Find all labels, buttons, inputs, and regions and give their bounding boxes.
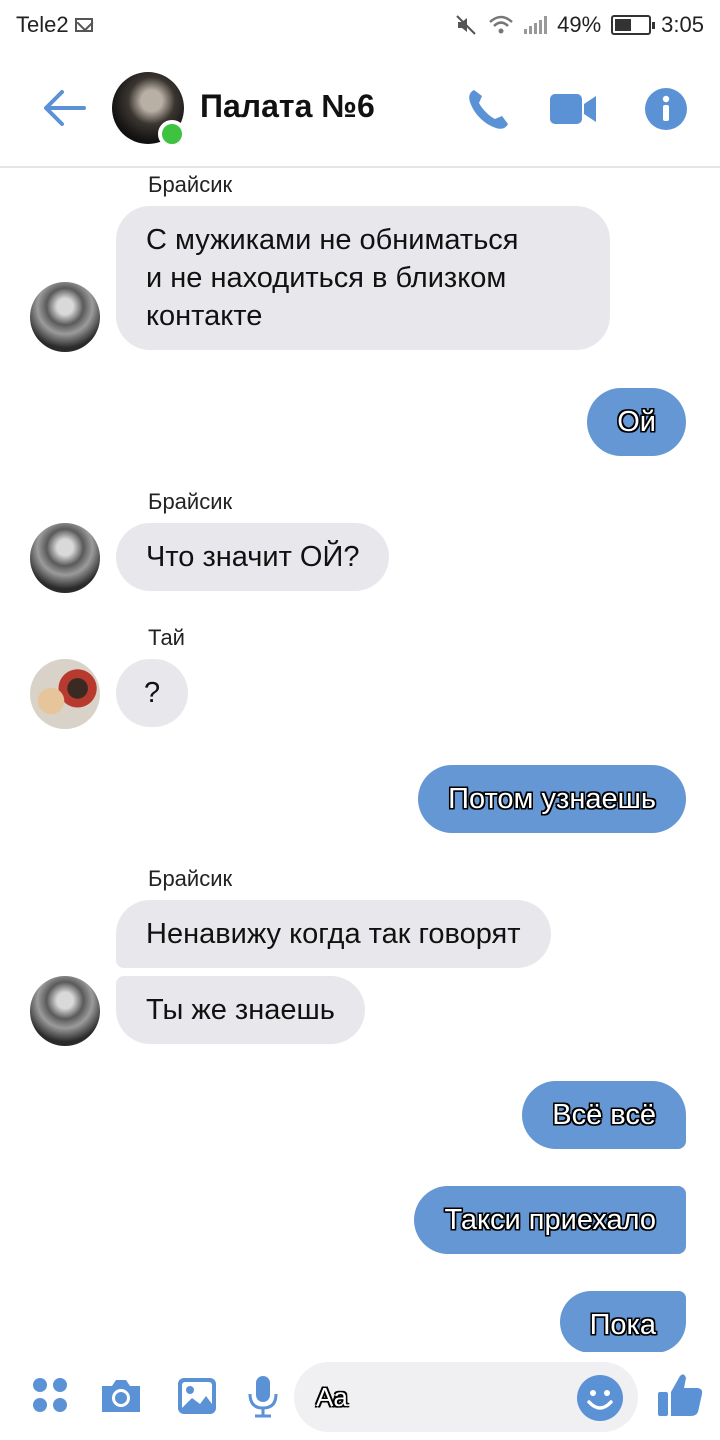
wifi-icon xyxy=(489,15,513,34)
message-bubble-outgoing[interactable]: Всё всё xyxy=(522,1081,686,1149)
message-bubble-outgoing[interactable]: Потом узнаешь xyxy=(418,765,686,833)
message-bubble-incoming[interactable]: Ты же знаешь xyxy=(116,976,365,1044)
sender-name: Брайсик xyxy=(148,866,233,891)
avatar-tai[interactable] xyxy=(30,659,100,729)
status-right: 49% 3:05 xyxy=(454,12,704,38)
online-indicator xyxy=(158,120,186,148)
message-bubble-outgoing[interactable]: Такси приехало xyxy=(414,1186,686,1254)
message-bubble-incoming[interactable]: Ненавижу когда так говорят xyxy=(116,900,551,968)
message-line: С мужиками не обниматься xyxy=(146,224,519,256)
message-bubble-incoming[interactable]: Что значит ОЙ? xyxy=(116,523,390,591)
composer-bar: Aa xyxy=(0,1352,720,1440)
sender-name: Тай xyxy=(148,625,185,650)
status-left: Tele2 xyxy=(16,12,93,38)
video-camera-icon[interactable] xyxy=(548,86,598,132)
phone-icon[interactable] xyxy=(464,86,514,132)
chat-title[interactable]: Палата №6 xyxy=(200,88,375,125)
message-bubble-incoming[interactable]: С мужиками не обниматься и не находиться… xyxy=(116,206,610,350)
camera-icon[interactable] xyxy=(98,1374,144,1418)
avatar-braysik[interactable] xyxy=(30,282,100,352)
carrier-label: Tele2 xyxy=(16,12,69,37)
message-bubble-incoming[interactable]: ? xyxy=(116,659,189,727)
thumbs-up-icon[interactable] xyxy=(656,1370,706,1420)
battery-percent: 49% xyxy=(557,12,602,37)
emoji-icon[interactable] xyxy=(576,1374,624,1422)
battery-fill xyxy=(615,19,632,31)
message-input-placeholder: Aa xyxy=(316,1382,348,1412)
chat-header: Палата №6 xyxy=(0,52,720,168)
sender-name: Брайсик xyxy=(148,172,233,197)
message-bubble-outgoing[interactable]: Ой xyxy=(587,388,686,456)
signal-icon xyxy=(524,16,548,34)
message-bubble-outgoing[interactable]: Пока xyxy=(559,1291,686,1353)
mail-notification-icon xyxy=(74,18,93,32)
sender-name: Брайсик xyxy=(148,489,233,514)
microphone-icon[interactable] xyxy=(240,1374,286,1418)
status-bar: Tele2 49% 3:05 xyxy=(0,0,720,52)
battery-icon xyxy=(611,15,656,35)
message-input[interactable]: Aa xyxy=(294,1362,638,1432)
message-line: контакте xyxy=(146,300,263,332)
avatar-braysik[interactable] xyxy=(30,976,100,1046)
avatar-braysik[interactable] xyxy=(30,523,100,593)
message-line: и не находиться в близком xyxy=(146,262,507,294)
apps-icon[interactable] xyxy=(28,1374,74,1418)
arrow-left-icon[interactable] xyxy=(40,86,88,130)
gallery-icon[interactable] xyxy=(174,1374,220,1418)
info-icon[interactable] xyxy=(642,86,690,132)
clock: 3:05 xyxy=(661,12,704,37)
mute-icon xyxy=(456,15,476,35)
